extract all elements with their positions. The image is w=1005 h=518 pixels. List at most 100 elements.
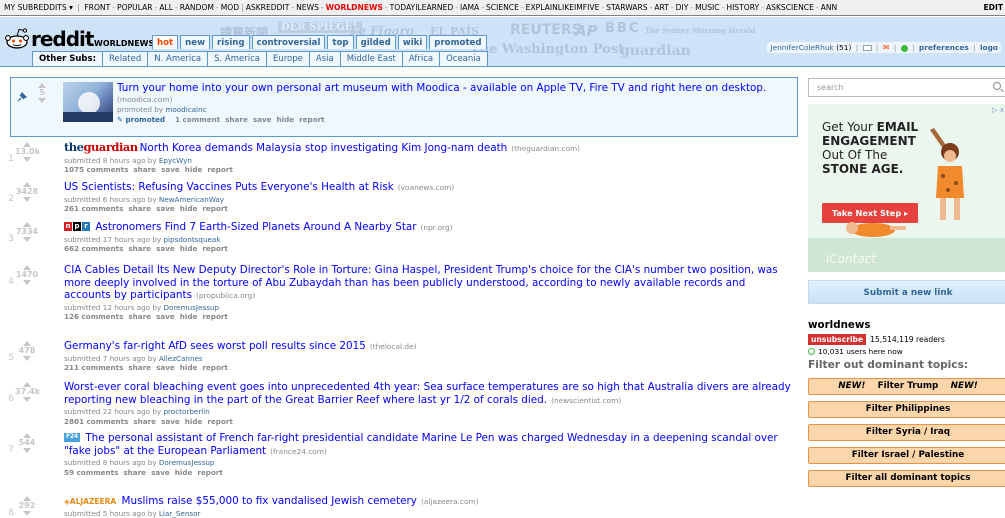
filter-trump-button[interactable]: NEW! Filter Trump NEW!: [808, 378, 1005, 395]
promoted-title[interactable]: Turn your home into your own personal ar…: [117, 82, 791, 95]
sidebar-advertisement[interactable]: ▷ x Get Your EMAIL ENGAGEMENT Out Of The…: [808, 104, 1005, 272]
filter-all-dominant-button[interactable]: Filter all dominant topics: [808, 470, 1005, 487]
sidebar-subreddit-name[interactable]: worldnews: [808, 319, 871, 331]
unsubscribe-button[interactable]: unsubscribe: [808, 334, 867, 345]
post-title[interactable]: CIA Cables Detail Its New Deputy Directo…: [64, 264, 778, 301]
share-button[interactable]: share: [225, 115, 248, 124]
post-domain[interactable]: (thelocal.de): [370, 342, 417, 351]
comments-link[interactable]: 126 comments: [64, 312, 123, 321]
subreddit-link-music[interactable]: MUSIC: [695, 3, 719, 12]
share-button[interactable]: share: [123, 468, 146, 477]
post-title[interactable]: Worst-ever coral bleaching event goes in…: [64, 381, 791, 406]
comments-link[interactable]: 1 comment: [175, 115, 220, 124]
filter-philippines-button[interactable]: Filter Philippines: [808, 401, 1005, 418]
post-author-link[interactable]: DoremusJessup: [163, 303, 219, 312]
downvote-arrow-icon[interactable]: [23, 237, 31, 242]
comments-link[interactable]: 261 comments: [64, 204, 123, 213]
subreddit-link-front[interactable]: FRONT: [84, 3, 110, 12]
post-domain[interactable]: (npr.org): [421, 223, 453, 232]
adchoices-icon[interactable]: ▷ x: [992, 106, 1004, 114]
save-button[interactable]: save: [161, 417, 180, 426]
post-title[interactable]: US Scientists: Refusing Vaccines Puts Ev…: [64, 181, 394, 193]
subreddit-link-popular[interactable]: POPULAR: [117, 3, 153, 12]
report-button[interactable]: report: [197, 468, 222, 477]
subreddit-link-todayilearned[interactable]: TODAYILEARNED: [390, 3, 454, 12]
modmail-icon[interactable]: ✉: [883, 43, 890, 52]
subreddit-link-starwars[interactable]: STARWARS: [606, 3, 647, 12]
subreddit-link-diy[interactable]: DIY: [676, 3, 689, 12]
post-title[interactable]: The personal assistant of French far-rig…: [64, 432, 778, 457]
submit-new-link-button[interactable]: Submit a new link: [808, 280, 1005, 304]
post-author-link[interactable]: DoremusJessup: [159, 458, 215, 467]
logout-link[interactable]: logo: [980, 43, 998, 52]
downvote-arrow-icon[interactable]: [23, 356, 31, 361]
hide-button[interactable]: hide: [180, 244, 198, 253]
mail-icon[interactable]: [862, 45, 872, 51]
promoted-domain[interactable]: (moodica.com): [117, 95, 791, 105]
post-author-link[interactable]: Liar_Sensor: [159, 509, 201, 518]
report-button[interactable]: report: [207, 165, 232, 174]
hide-button[interactable]: hide: [175, 468, 193, 477]
tab-top[interactable]: top: [327, 35, 354, 49]
post-title[interactable]: North Korea demands Malaysia stop invest…: [140, 142, 508, 154]
post-domain[interactable]: (france24.com): [270, 447, 327, 456]
share-button[interactable]: share: [128, 312, 151, 321]
save-button[interactable]: save: [151, 468, 170, 477]
subreddit-link-askreddit[interactable]: ASKREDDIT: [246, 3, 290, 12]
comments-link[interactable]: 59 comments: [64, 468, 118, 477]
subreddit-link-all[interactable]: ALL: [159, 3, 173, 12]
subreddit-link-random[interactable]: RANDOM: [180, 3, 214, 12]
comments-link[interactable]: 211 comments: [64, 363, 123, 372]
save-button[interactable]: save: [156, 204, 175, 213]
post-author-link[interactable]: pipsdontsqueak: [163, 235, 220, 244]
search-icon[interactable]: [993, 82, 1001, 90]
save-button[interactable]: save: [253, 115, 272, 124]
subreddit-link-askscience[interactable]: ASKSCIENCE: [766, 3, 814, 12]
hide-button[interactable]: hide: [180, 363, 198, 372]
report-button[interactable]: report: [202, 244, 227, 253]
subreddit-link-science[interactable]: SCIENCE: [486, 3, 519, 12]
post-domain[interactable]: (voanews.com): [398, 183, 454, 192]
share-button[interactable]: share: [128, 244, 151, 253]
post-title[interactable]: Germany's far-right AfD sees worst poll …: [64, 340, 366, 352]
share-button[interactable]: share: [128, 204, 151, 213]
comments-link[interactable]: 2801 comments: [64, 417, 128, 426]
downvote-arrow-icon[interactable]: [23, 448, 31, 453]
other-sub-s-america[interactable]: S. America: [208, 52, 267, 66]
subreddit-link-worldnews[interactable]: WORLDNEWS: [326, 3, 383, 12]
post-author-link[interactable]: AllezCannes: [159, 354, 203, 363]
report-button[interactable]: report: [202, 312, 227, 321]
report-button[interactable]: report: [202, 363, 227, 372]
post-author-link[interactable]: proctorberlin: [163, 407, 209, 416]
tab-hot[interactable]: hot: [152, 35, 179, 49]
subreddit-link-history[interactable]: HISTORY: [726, 3, 759, 12]
filter-syria-iraq-button[interactable]: Filter Syria / Iraq: [808, 424, 1005, 441]
save-button[interactable]: save: [161, 165, 180, 174]
hide-button[interactable]: hide: [277, 115, 295, 124]
report-button[interactable]: report: [299, 115, 324, 124]
post-domain[interactable]: (newscientist.com): [551, 396, 621, 405]
tab-wiki[interactable]: wiki: [397, 35, 428, 49]
subreddit-link-mod[interactable]: MOD: [221, 3, 239, 12]
promoted-by-link[interactable]: moodicainc: [165, 105, 206, 114]
subreddit-link-ann[interactable]: ANN: [821, 3, 838, 12]
downvote-arrow-icon[interactable]: [38, 98, 46, 103]
hide-button[interactable]: hide: [180, 204, 198, 213]
other-sub-middle-east[interactable]: Middle East: [341, 52, 403, 66]
comments-link[interactable]: 662 comments: [64, 244, 123, 253]
save-button[interactable]: save: [156, 363, 175, 372]
downvote-arrow-icon[interactable]: [23, 157, 31, 162]
my-subreddits-dropdown[interactable]: MY SUBREDDITS ▾: [4, 3, 73, 12]
post-author-link[interactable]: EpycWyn: [159, 156, 192, 165]
promoted-thumbnail[interactable]: [63, 82, 113, 122]
post-domain[interactable]: (theguardian.com): [511, 144, 580, 153]
other-sub-n-america[interactable]: N. America: [148, 52, 209, 66]
other-sub-asia[interactable]: Asia: [310, 52, 341, 66]
subreddit-link-art[interactable]: ART: [654, 3, 669, 12]
username-link[interactable]: JenniferColeRhuk: [770, 43, 833, 52]
report-button[interactable]: report: [207, 417, 232, 426]
hide-button[interactable]: hide: [185, 165, 203, 174]
subreddit-link-iama[interactable]: IAMA: [460, 3, 479, 12]
other-sub-oceania[interactable]: Oceania: [440, 52, 487, 66]
subreddit-page-name[interactable]: WORLDNEWS: [94, 39, 154, 48]
